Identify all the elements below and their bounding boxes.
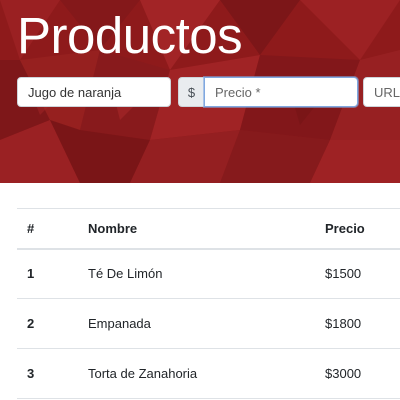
column-header-name: Nombre — [88, 220, 138, 236]
products-table: # Nombre Precio 1 Té De Limón $1500 2 Em… — [17, 208, 400, 399]
url-input[interactable] — [363, 77, 400, 107]
table-header-row: # Nombre Precio — [17, 208, 400, 249]
product-name-input[interactable] — [17, 77, 171, 107]
column-header-number: # — [27, 220, 35, 236]
price-input-group: $ — [178, 77, 358, 107]
products-table-container: # Nombre Precio 1 Té De Limón $1500 2 Em… — [17, 208, 400, 399]
product-price-cell: $1500 — [325, 266, 362, 282]
column-header-price: Precio — [325, 220, 365, 236]
table-row: 1 Té De Limón $1500 — [17, 249, 400, 299]
product-form: $ — [0, 77, 400, 107]
table-row: 2 Empanada $1800 — [17, 299, 400, 349]
row-number: 3 — [27, 366, 35, 381]
product-price-cell: $1800 — [325, 316, 362, 331]
hero-banner: Productos $ — [0, 0, 400, 183]
currency-addon: $ — [178, 77, 204, 107]
product-price-cell: $3000 — [325, 366, 362, 381]
product-name-cell: Empanada — [88, 316, 151, 331]
page-title: Productos — [17, 7, 243, 64]
row-number: 1 — [27, 266, 35, 282]
price-input[interactable] — [204, 77, 358, 107]
product-name-cell: Té De Limón — [88, 266, 163, 282]
product-name-cell: Torta de Zanahoria — [88, 366, 198, 381]
table-row: 3 Torta de Zanahoria $3000 — [17, 349, 400, 399]
row-number: 2 — [27, 316, 35, 331]
